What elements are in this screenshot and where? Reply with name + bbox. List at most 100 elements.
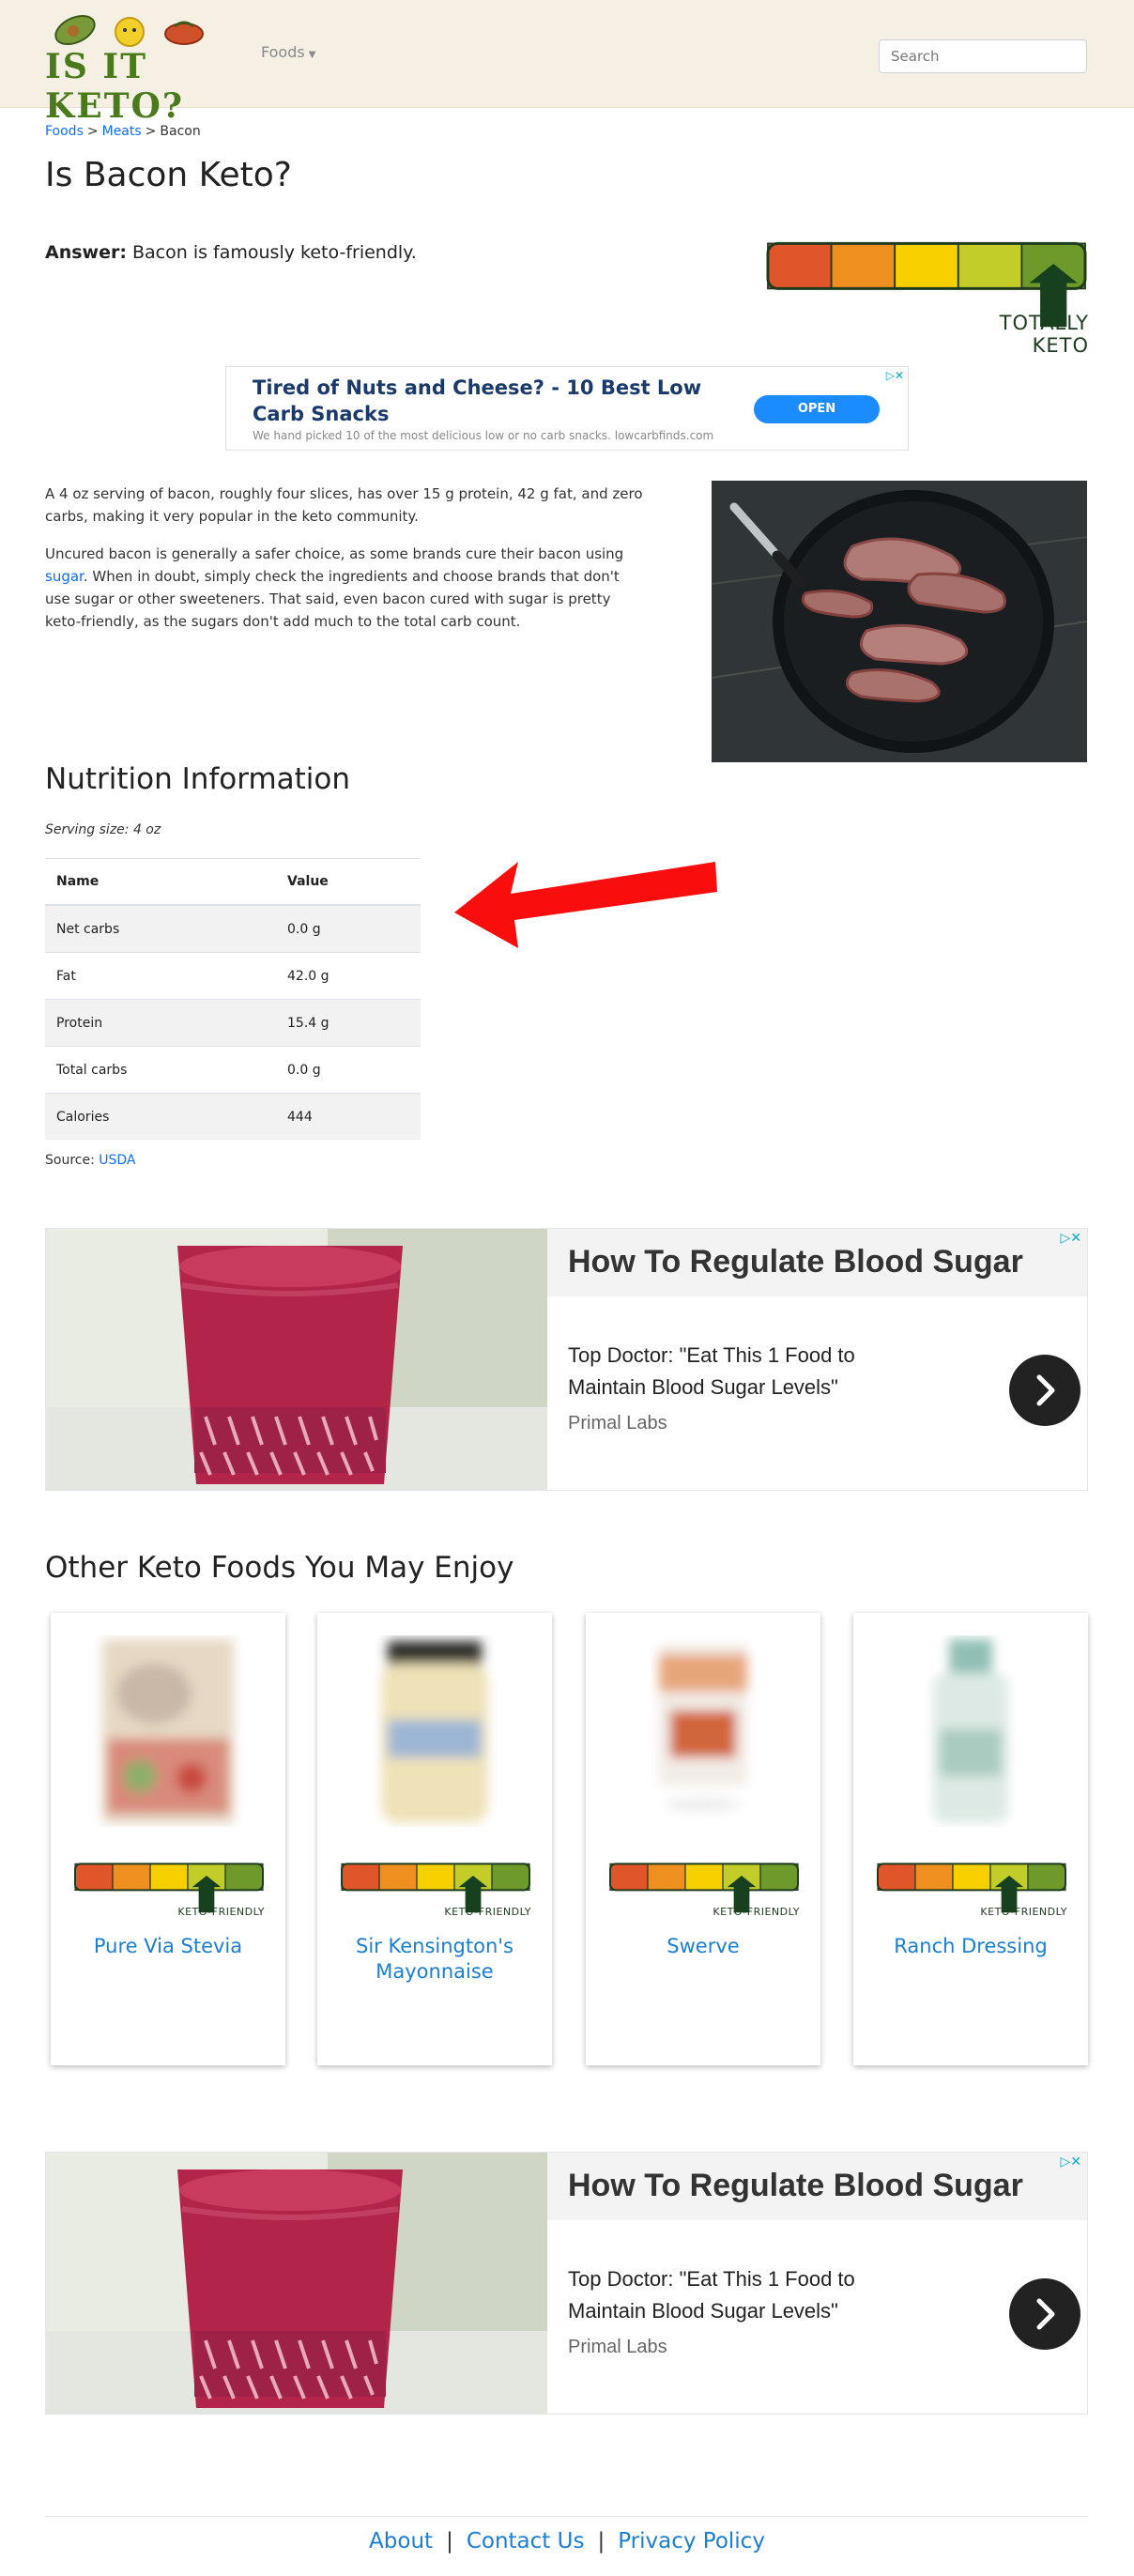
ad-choices-icon[interactable]: ▷✕ xyxy=(1061,2154,1082,2170)
blood-sugar-ad[interactable]: How To Regulate Blood Sugar Top Doctor: … xyxy=(45,1228,1088,1491)
keto-meter-mini-label: KETO-FRIENDLY xyxy=(177,1906,265,1918)
intro-paragraph: A 4 oz serving of bacon, roughly four sl… xyxy=(45,485,643,525)
chevron-right-icon xyxy=(1036,1374,1055,1406)
meter-segment xyxy=(341,1863,380,1891)
related-heading: Other Keto Foods You May Enjoy xyxy=(45,1551,514,1585)
breadcrumb-meats[interactable]: Meats xyxy=(102,124,142,139)
related-food-card[interactable]: KETO-FRIENDLY Pure Via Stevia xyxy=(51,1613,285,2065)
product-image[interactable] xyxy=(586,1635,820,1827)
related-food-card[interactable]: KETO-FRIENDLY Ranch Dressing xyxy=(853,1613,1088,2065)
nutrient-name: Total carbs xyxy=(45,1046,274,1094)
navbar: IS IT KETO? Foods ▼ xyxy=(0,0,1134,126)
keto-meter-label: TOTALLY KETO xyxy=(999,312,1089,357)
related-food-link[interactable]: Swerve xyxy=(595,1934,811,1959)
breadcrumb-separator: > xyxy=(86,124,99,139)
meter-segment xyxy=(877,1863,916,1891)
footer-privacy-link[interactable]: Privacy Policy xyxy=(618,2529,765,2553)
breadcrumb-separator: > xyxy=(145,124,157,139)
chevron-right-icon xyxy=(1036,2298,1055,2330)
search-input[interactable] xyxy=(879,39,1087,73)
meter-segment xyxy=(957,242,1023,290)
table-row: Net carbs 0.0 g xyxy=(45,904,421,953)
footer-separator: | xyxy=(446,2529,453,2553)
curing-text-end: . When in doubt, simply check the ingred… xyxy=(45,568,620,630)
meter-segment xyxy=(830,242,896,290)
answer: Answer: Bacon is famously keto-friendly. xyxy=(45,242,417,263)
red-arrow-icon xyxy=(454,862,717,948)
footer-divider xyxy=(45,2516,1088,2517)
meter-segment xyxy=(609,1863,649,1891)
keto-meter-mini-label: KETO-FRIENDLY xyxy=(713,1906,800,1918)
meter-segment xyxy=(647,1863,686,1891)
related-food-link[interactable]: Sir Kensington's Mayonnaise xyxy=(327,1934,543,1985)
product-image[interactable] xyxy=(51,1635,285,1827)
nutrient-value: 0.0 g xyxy=(274,904,421,953)
related-food-card[interactable]: KETO-FRIENDLY Swerve xyxy=(586,1613,820,2065)
logo-produce-icon xyxy=(54,14,204,47)
ad-headline[interactable]: How To Regulate Blood Sugar xyxy=(568,2168,1023,2204)
top-ad-open-button[interactable]: OPEN xyxy=(754,395,880,423)
bacon-photo xyxy=(712,481,1087,762)
column-header-name: Name xyxy=(45,858,274,906)
breadcrumb-current: Bacon xyxy=(160,124,201,139)
breadcrumb: Foods > Meats > Bacon xyxy=(45,124,201,139)
product-image[interactable] xyxy=(853,1635,1088,1827)
top-ad-headline[interactable]: Tired of Nuts and Cheese? - 10 Best Low … xyxy=(253,375,741,427)
related-food-link[interactable]: Pure Via Stevia xyxy=(60,1934,276,1959)
keto-meter-mini-label: KETO-FRIENDLY xyxy=(444,1906,531,1918)
related-food-card[interactable]: KETO-FRIENDLY Sir Kensington's Mayonnais… xyxy=(317,1613,552,2065)
curing-text-start: Uncured bacon is generally a safer choic… xyxy=(45,545,624,562)
juice-glass-image[interactable] xyxy=(46,2153,547,2415)
ad-text[interactable]: Top Doctor: "Eat This 1 Food to Maintain… xyxy=(568,1340,906,1403)
answer-label: Answer: xyxy=(45,242,127,263)
meter-segment xyxy=(684,1863,724,1891)
nutrient-name: Net carbs xyxy=(45,904,274,953)
ad-text[interactable]: Top Doctor: "Eat This 1 Food to Maintain… xyxy=(568,2263,906,2327)
meter-segment xyxy=(74,1863,114,1891)
juice-glass-image[interactable] xyxy=(46,1229,547,1491)
meter-segment xyxy=(491,1863,530,1891)
top-ad[interactable]: Tired of Nuts and Cheese? - 10 Best Low … xyxy=(225,366,909,451)
related-food-link[interactable]: Ranch Dressing xyxy=(863,1934,1079,1959)
table-row: Fat 42.0 g xyxy=(45,952,421,1000)
meter-segment xyxy=(894,242,959,290)
nutrient-value: 15.4 g xyxy=(274,999,421,1047)
ad-advertiser: Primal Labs xyxy=(568,1413,667,1434)
nutrient-value: 0.0 g xyxy=(274,1046,421,1094)
breadcrumb-foods[interactable]: Foods xyxy=(45,124,84,139)
meter-segment xyxy=(767,242,833,290)
top-ad-subtext: We hand picked 10 of the most delicious … xyxy=(253,429,714,442)
nutrition-heading: Nutrition Information xyxy=(45,762,351,796)
caret-down-icon: ▼ xyxy=(308,50,316,60)
ad-choices-icon[interactable]: ▷✕ xyxy=(1061,1231,1082,1246)
meter-segment xyxy=(416,1863,455,1891)
keto-meter-mini-label: KETO-FRIENDLY xyxy=(980,1906,1067,1918)
footer-about-link[interactable]: About xyxy=(369,2529,433,2553)
nutrient-name: Protein xyxy=(45,999,274,1047)
answer-text: Bacon is famously keto-friendly. xyxy=(132,242,417,263)
table-row: Calories 444 xyxy=(45,1093,421,1140)
meter-segment xyxy=(914,1863,954,1891)
nutrition-header-row: Name Value xyxy=(45,858,421,906)
ad-headline[interactable]: How To Regulate Blood Sugar xyxy=(568,1244,1023,1280)
nutrition-table: Name Value Net carbs 0.0 g Fat 42.0 g Prot… xyxy=(45,858,421,1140)
sugar-link[interactable]: sugar xyxy=(45,568,84,585)
curing-paragraph: Uncured bacon is generally a safer choic… xyxy=(45,543,646,633)
product-image[interactable] xyxy=(317,1635,552,1827)
meter-segment xyxy=(224,1863,264,1891)
blood-sugar-ad[interactable]: How To Regulate Blood Sugar Top Doctor: … xyxy=(45,2152,1088,2415)
ad-go-button[interactable] xyxy=(1009,2278,1080,2350)
meter-segment xyxy=(952,1863,991,1891)
ad-choices-icon[interactable]: ▷✕ xyxy=(886,369,904,382)
footer-contact-link[interactable]: Contact Us xyxy=(467,2529,585,2553)
footer-separator: | xyxy=(597,2529,605,2553)
usda-link[interactable]: USDA xyxy=(99,1153,135,1168)
ad-go-button[interactable] xyxy=(1009,1355,1080,1426)
column-header-value: Value xyxy=(274,858,421,906)
table-row: Total carbs 0.0 g xyxy=(45,1046,421,1094)
site-logo[interactable]: IS IT KETO? xyxy=(45,11,223,126)
table-row: Protein 15.4 g xyxy=(45,999,421,1047)
meter-segment xyxy=(149,1863,189,1891)
foods-dropdown[interactable]: Foods ▼ xyxy=(261,43,315,61)
meter-segment xyxy=(759,1863,799,1891)
